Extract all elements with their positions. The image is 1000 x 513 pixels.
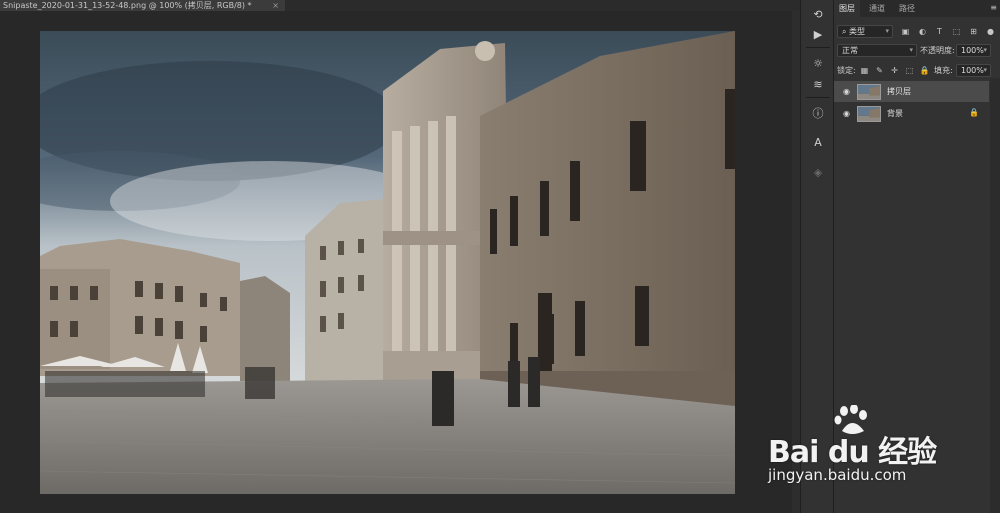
layer-filter-dropdown[interactable]: ⌕ 类型 ▾ bbox=[837, 25, 893, 38]
lock-pixels-icon[interactable]: ✎ bbox=[874, 65, 885, 76]
document-tab-bar: Snipaste_2020-01-31_13-52-48.png @ 100% … bbox=[0, 0, 800, 11]
baidu-jingyan-watermark: Bai du 经验 jingyan.baidu.com bbox=[768, 405, 968, 495]
layer-name: 拷贝层 bbox=[887, 87, 911, 96]
layer-row-background[interactable]: ◉ 背景 🔒 bbox=[834, 103, 989, 124]
lock-fill-row: 锁定: ▦ ✎ ✛ ⬚ 🔒 填充: 100% ▾ bbox=[834, 62, 1000, 79]
clone-source-icon[interactable]: ≋ bbox=[807, 76, 829, 94]
opacity-label: 不透明度: bbox=[920, 46, 955, 55]
watermark-brand: Bai du 经验 bbox=[768, 435, 937, 470]
blend-opacity-row: 正常 ▾ 不透明度: 100% ▾ bbox=[834, 42, 1000, 59]
toolstrip-divider bbox=[806, 97, 830, 98]
document-tab[interactable]: Snipaste_2020-01-31_13-52-48.png @ 100% … bbox=[0, 0, 285, 11]
fill-value: 100% bbox=[961, 66, 984, 75]
panel-menu-icon[interactable]: ≡ bbox=[990, 3, 997, 12]
fill-label: 填充: bbox=[934, 66, 953, 75]
filter-toggle-icon[interactable]: ● bbox=[985, 26, 996, 37]
chevron-down-icon: ▾ bbox=[885, 27, 889, 35]
lock-position-icon[interactable]: ✛ bbox=[889, 65, 900, 76]
canvas-area[interactable] bbox=[0, 11, 800, 513]
type-filter-icon[interactable]: T bbox=[934, 26, 945, 37]
brush-settings-icon[interactable]: ☼ bbox=[807, 55, 829, 73]
info-icon[interactable]: ⓘ bbox=[807, 105, 829, 123]
layer-name: 背景 bbox=[887, 109, 903, 118]
fill-input[interactable]: 100% ▾ bbox=[956, 64, 991, 77]
lock-label: 锁定: bbox=[837, 66, 856, 75]
tab-channels[interactable]: 通道 bbox=[864, 0, 890, 17]
panel-tabs: 图层 通道 路径 ≡ bbox=[834, 0, 1000, 17]
layer-thumbnail bbox=[857, 106, 881, 122]
toolstrip-divider bbox=[806, 47, 830, 48]
layer-thumbnail bbox=[857, 84, 881, 100]
history-icon[interactable]: ⟲ bbox=[807, 6, 829, 24]
panel-scrollbar[interactable] bbox=[990, 78, 1000, 513]
chevron-down-icon: ▾ bbox=[983, 46, 987, 54]
visibility-eye-icon[interactable]: ◉ bbox=[841, 108, 852, 119]
opacity-value: 100% bbox=[961, 46, 984, 55]
lock-icon: 🔒 bbox=[969, 108, 979, 117]
character-icon[interactable]: A bbox=[807, 134, 829, 152]
3d-icon[interactable]: ◈ bbox=[807, 164, 829, 182]
lock-transparency-icon[interactable]: ▦ bbox=[859, 65, 870, 76]
chevron-down-icon: ▾ bbox=[983, 66, 987, 74]
visibility-eye-icon[interactable]: ◉ bbox=[841, 86, 852, 97]
close-icon[interactable]: × bbox=[272, 0, 279, 11]
adjustment-filter-icon[interactable]: ◐ bbox=[917, 26, 928, 37]
lock-all-icon[interactable]: 🔒 bbox=[919, 65, 930, 76]
blend-mode-value: 正常 bbox=[842, 46, 858, 55]
blend-mode-dropdown[interactable]: 正常 ▾ bbox=[837, 44, 917, 57]
layer-row-copy[interactable]: ◉ 拷贝层 bbox=[834, 81, 989, 102]
document-tab-title: Snipaste_2020-01-31_13-52-48.png @ 100% … bbox=[3, 1, 252, 10]
pixel-filter-icon[interactable]: ▣ bbox=[900, 26, 911, 37]
layer-filter-label: 类型 bbox=[849, 27, 866, 36]
chevron-down-icon: ▾ bbox=[909, 46, 913, 54]
opacity-input[interactable]: 100% ▾ bbox=[956, 44, 991, 57]
lock-artboard-icon[interactable]: ⬚ bbox=[904, 65, 915, 76]
tab-paths[interactable]: 路径 bbox=[894, 0, 920, 17]
search-icon: ⌕ bbox=[842, 27, 847, 36]
tab-layers[interactable]: 图层 bbox=[834, 0, 860, 17]
play-icon[interactable]: ▶ bbox=[807, 26, 829, 44]
watermark-url: jingyan.baidu.com bbox=[768, 466, 907, 484]
smart-object-filter-icon[interactable]: ⊞ bbox=[968, 26, 979, 37]
layer-filter-row: ⌕ 类型 ▾ ▣ ◐ T ⬚ ⊞ ● bbox=[834, 23, 1000, 40]
canvas-image[interactable] bbox=[40, 31, 735, 494]
shape-filter-icon[interactable]: ⬚ bbox=[951, 26, 962, 37]
